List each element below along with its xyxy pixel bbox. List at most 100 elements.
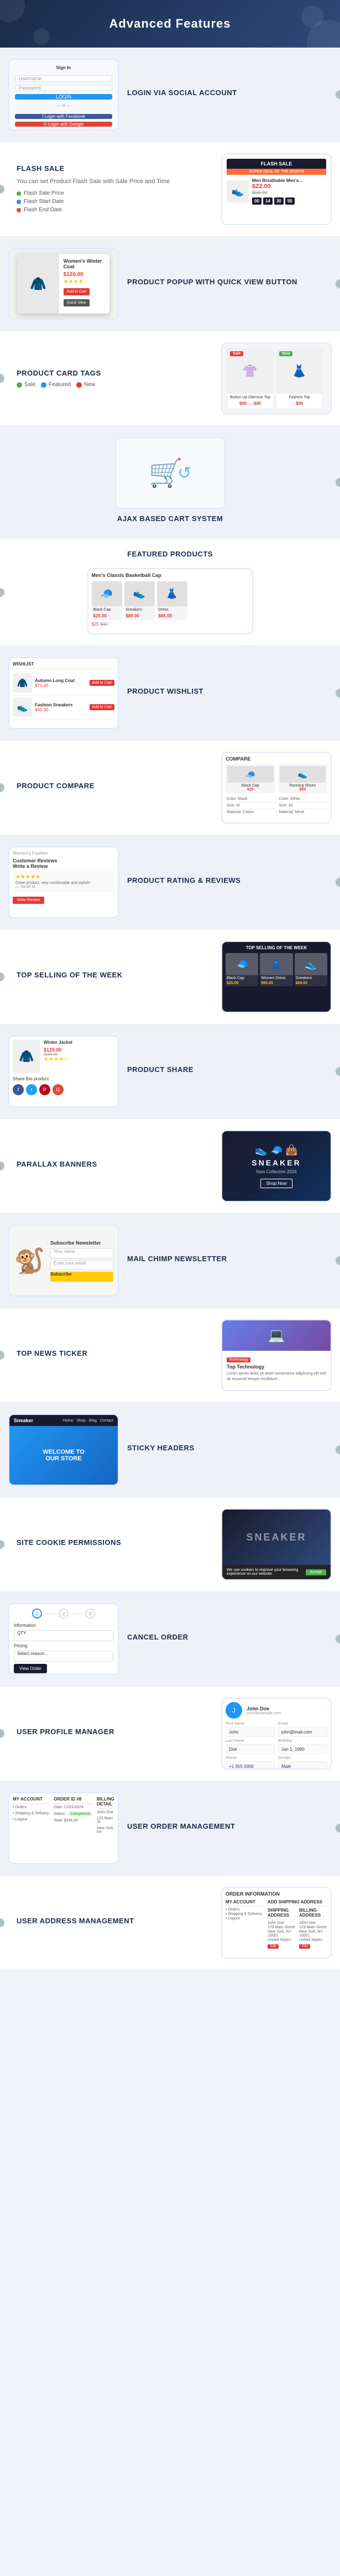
tag-label-new: New — [84, 382, 95, 388]
feat-item-2: 👟 Sneakers $89.00 — [124, 581, 155, 620]
acc-orders[interactable]: • Orders — [226, 1908, 264, 1912]
review-item-1: ★★★★★ Great product, very comfortable an… — [13, 871, 114, 892]
circle-left-10 — [0, 972, 4, 981]
field-birthday[interactable]: Jan 1, 1990 — [278, 1744, 327, 1754]
feature-popup: 🧥 Women's Winter Coat $120.00 ★★★★☆ Add … — [0, 237, 340, 331]
circle-right-1 — [336, 90, 340, 99]
circle-left-6 — [0, 588, 4, 597]
tags-mock: Sale 👚 Button Up Glamour Top $80 → $45 N… — [222, 344, 331, 413]
cancel-steps: 1 2 3 — [14, 1609, 113, 1619]
parallax-mock: 👟 🧢 👜 SNEAKER New Collection 2024 Shop N… — [222, 1131, 331, 1201]
feat-item-1: 🧢 Black Cap $25.00 — [92, 581, 122, 620]
password-field[interactable]: Password — [15, 85, 112, 91]
compare-img-2: 👟 — [280, 766, 326, 783]
tag-sale-badge: Sale — [230, 351, 243, 356]
flash-bullets: Flash Sale Price Flash Start Date Flash … — [17, 189, 213, 214]
address-title: USER ADDRESS MANAGEMENT — [17, 1917, 213, 1925]
field-email[interactable]: john@mail.com — [278, 1727, 327, 1737]
feature-rating: Women's Fashion Customer ReviewsWrite a … — [0, 835, 340, 930]
sticky-nav-contact[interactable]: Contact — [100, 1419, 113, 1423]
facebook-login-btn[interactable]: f Login with Facebook — [15, 114, 112, 119]
featured-mock: Men's Classic Basketball Cap 🧢 Black Cap… — [88, 569, 252, 633]
flash-bullet-2: Flash Start Date — [17, 197, 213, 206]
sticky-nav-blog[interactable]: Blog — [89, 1419, 97, 1423]
tag-circle-new — [76, 382, 82, 388]
cancel-step-3: 3 — [85, 1609, 95, 1619]
billing-edit-btn[interactable]: Edit — [299, 1944, 310, 1949]
wish-add-btn-1[interactable]: Add to Cart — [90, 680, 114, 686]
quick-view-btn[interactable]: Add to Cart — [64, 288, 90, 295]
parallax-cta-btn[interactable]: Shop Now — [260, 1179, 293, 1188]
compare-spec-col-2: Color: White Size: 42 Material: Mesh — [278, 796, 328, 815]
cookie-preview: SNEAKER We use cookies to improve your b… — [221, 1508, 332, 1580]
account-orders-link[interactable]: • Orders — [13, 1804, 49, 1810]
cookie-bar: We use cookies to improve your browsing … — [222, 1565, 331, 1579]
cookie-bg-text: SNEAKER — [246, 1532, 306, 1543]
circle-left-20 — [0, 1918, 4, 1927]
top-item-3: 👟 Sneakers $89.00 — [295, 953, 327, 986]
sticky-nav-home[interactable]: Home — [63, 1419, 74, 1423]
top-price-3: $89.00 — [295, 981, 327, 986]
mailchimp-subscribe-btn[interactable]: Subscribe — [50, 1272, 113, 1282]
feat-name-2: Sneakers — [124, 606, 155, 613]
thumb-name-1: Button Up Glamour Top — [227, 394, 273, 401]
orders-header-row: MY ACCOUNT • Orders • Shipping & Deliver… — [13, 1797, 114, 1835]
quick-view-link[interactable]: Quick View — [64, 297, 106, 306]
account-shipping-link[interactable]: • Shipping & Delivery — [13, 1810, 49, 1817]
tag-new: New — [76, 382, 95, 388]
mailchimp-name-input[interactable]: Your name — [50, 1248, 113, 1258]
top-selling-title: TOP SELLING OF THE WEEK — [17, 971, 213, 979]
address-cols-block: ADD SHIPPING ADDRESS SHIPPING ADDRESS Jo… — [268, 1900, 327, 1949]
profile-avatar-row: J John Doe john@example.com — [226, 1702, 327, 1719]
facebook-share-icon[interactable]: f — [13, 1084, 24, 1095]
feature-parallax: PARALLAX BANNERS 👟 🧢 👜 SNEAKER New Colle… — [0, 1119, 340, 1214]
wishlist-mock: WISHLIST 🧥 Autumn Long Coat $75.00 Add t… — [9, 658, 118, 728]
compare-title: PRODUCT COMPARE — [17, 782, 213, 790]
parallax-brand-row: 👟 🧢 👜 — [255, 1144, 297, 1156]
share-mock: 🧥 Winter Jacket $120.00 $180.00 ★★★★☆ Sh… — [9, 1037, 118, 1106]
shipping-edit-btn[interactable]: Edit — [268, 1944, 279, 1949]
flash-bullet-1: Flash Sale Price — [17, 189, 213, 197]
cancel-select-qty[interactable]: QTY — [14, 1630, 113, 1641]
field-phone[interactable]: +1 555 0000 — [226, 1761, 275, 1770]
pinterest-share-icon[interactable]: P — [39, 1084, 50, 1095]
address-preview: ORDER INFORMATION MY ACCOUNT • Orders • … — [221, 1887, 332, 1959]
field-last-name[interactable]: Doe — [226, 1744, 275, 1754]
wish-add-btn-2[interactable]: Add to Cart — [90, 704, 114, 710]
acc-shipping[interactable]: • Shipping & Delivery — [226, 1912, 264, 1916]
wish-info-1: Autumn Long Coat $75.00 — [35, 678, 87, 688]
cancel-select-reason[interactable]: Select reason... — [14, 1651, 113, 1662]
twitter-share-icon[interactable]: t — [26, 1084, 37, 1095]
acc-logout[interactable]: • Logout — [226, 1917, 264, 1921]
login-button[interactable]: LOGIN — [15, 94, 112, 100]
share-product-name: Winter Jacket — [44, 1040, 114, 1045]
mailchimp-email-input[interactable]: Enter your email — [50, 1260, 113, 1270]
username-field[interactable]: Username — [15, 75, 112, 82]
circle-right-3 — [336, 279, 340, 288]
feature-share: 🧥 Winter Jacket $120.00 $180.00 ★★★★☆ Sh… — [0, 1024, 340, 1119]
billing-name: John Doe — [97, 1809, 114, 1815]
timer-s: 30 — [274, 197, 284, 205]
google-share-icon[interactable]: G — [53, 1084, 64, 1095]
write-review-btn[interactable]: Write Review — [13, 894, 114, 904]
share-preview: 🧥 Winter Jacket $120.00 $180.00 ★★★★☆ Sh… — [8, 1035, 119, 1107]
cookie-mock: SNEAKER We use cookies to improve your b… — [222, 1510, 331, 1579]
orders-col-billing: BILLING DETAIL John Doe 123 Main St New … — [97, 1797, 114, 1835]
sticky-nav-shop[interactable]: Shop — [77, 1419, 86, 1423]
cookie-accept-btn[interactable]: Accept — [306, 1569, 326, 1575]
feature-cancel: 1 2 3 Information QTY Pricing Select rea… — [0, 1592, 340, 1687]
address-info: USER ADDRESS MANAGEMENT — [8, 1917, 221, 1929]
view-order-btn[interactable]: View Order — [14, 1664, 47, 1673]
profile-avatar: J — [226, 1702, 242, 1719]
google-login-btn[interactable]: G Login with Google — [15, 122, 112, 127]
field-gender[interactable]: Male — [278, 1761, 327, 1770]
field-first-name[interactable]: John — [226, 1727, 275, 1737]
featured-price-main: $25 $40 — [92, 622, 249, 627]
billing-line-4: United States — [299, 1938, 327, 1942]
top-name-3: Sneakers — [295, 975, 327, 981]
featured-header: Men's Classic Basketball Cap — [92, 573, 249, 578]
account-logout-link[interactable]: • Logout — [13, 1817, 49, 1823]
product-thumb-2: New 👗 Fashion Top $90 — [276, 348, 323, 409]
cookie-title: SITE COOKIE PERMISSIONS — [17, 1538, 213, 1547]
featured-preview: Men's Classic Basketball Cap 🧢 Black Cap… — [87, 568, 253, 634]
